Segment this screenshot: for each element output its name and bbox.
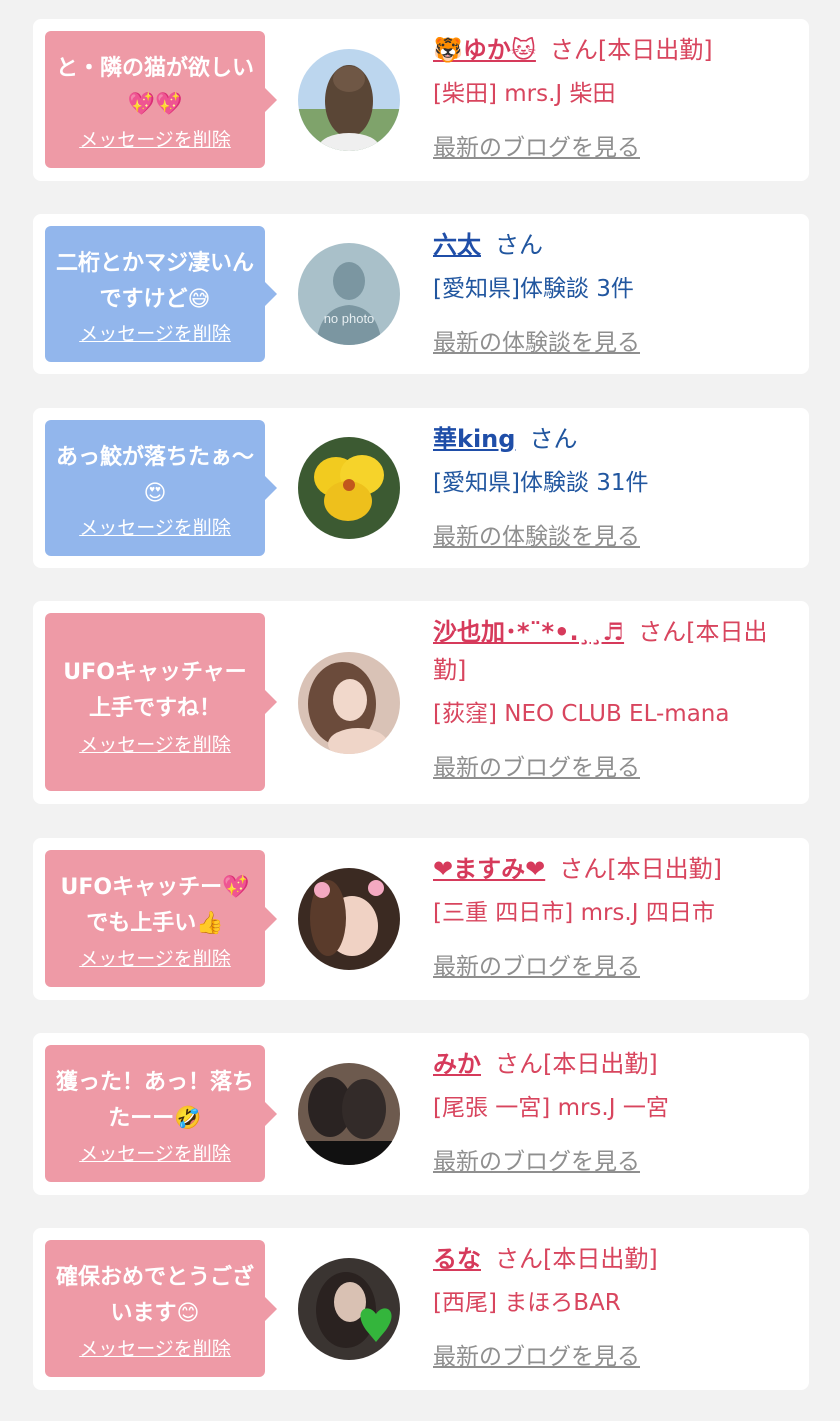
profile-detail: [愛知県]体験談 3件 <box>433 276 634 302</box>
latest-post-link[interactable]: 最新のブログを見る <box>433 947 640 981</box>
profile-info: 華king さん [愛知県]体験談 31件 最新の体験談を見る <box>433 420 793 551</box>
name-suffix: さん <box>495 231 543 259</box>
message-bubble: あっ鮫が落ちたぁ〜😍 メッセージを削除 <box>45 420 277 556</box>
name-suffix: さん[本日出勤] <box>559 855 722 883</box>
delete-message-link[interactable]: メッセージを削除 <box>45 125 265 152</box>
avatar[interactable] <box>298 437 400 539</box>
avatar[interactable] <box>298 49 400 151</box>
profile-detail: [尾張 一宮] mrs.J 一宮 <box>433 1095 669 1121</box>
message-bubble: 確保おめでとうございます😊 メッセージを削除 <box>45 1240 277 1377</box>
message-card: 獲った！あっ！落ちたーー🤣 メッセージを削除 みか さん[本日出勤] [尾張 一宮… <box>33 1033 809 1195</box>
message-text: 二桁とかマジ凄いんですけど😅 <box>55 251 254 312</box>
name-suffix: さん[本日出勤] <box>495 1050 658 1078</box>
latest-post-link[interactable]: 最新のブログを見る <box>433 128 640 162</box>
latest-post-link[interactable]: 最新のブログを見る <box>433 1142 640 1176</box>
profile-info: るな さん[本日出勤] [西尾] まほろBAR 最新のブログを見る <box>433 1240 793 1371</box>
message-card: 確保おめでとうございます😊 メッセージを削除 るな さん[本日出勤] [西尾] ま… <box>33 1228 809 1390</box>
delete-message-link[interactable]: メッセージを削除 <box>45 319 265 346</box>
profile-name-link[interactable]: ❤ますみ❤ <box>433 855 545 883</box>
message-bubble: 二桁とかマジ凄いんですけど😅 メッセージを削除 <box>45 226 277 362</box>
latest-post-link[interactable]: 最新の体験談を見る <box>433 517 640 551</box>
profile-info: みか さん[本日出勤] [尾張 一宮] mrs.J 一宮 最新のブログを見る <box>433 1045 793 1176</box>
avatar[interactable] <box>298 1258 400 1360</box>
profile-name-link[interactable]: みか <box>433 1050 481 1078</box>
name-suffix: さん[本日出勤] <box>495 1245 658 1273</box>
profile-info: ❤ますみ❤ さん[本日出勤] [三重 四日市] mrs.J 四日市 最新のブログを… <box>433 850 793 981</box>
message-card: と・隣の猫が欲しい💖💖 メッセージを削除 🐯ゆか🐱 さん[本日出勤] [柴田] m… <box>33 19 809 181</box>
name-suffix: さん[本日出勤] <box>549 36 713 64</box>
message-card: UFOキャッチャー上手ですね！ メッセージを削除 沙也加･*¨*•.¸¸♬ さん[… <box>33 601 809 804</box>
profile-info: 六太 さん [愛知県]体験談 3件 最新の体験談を見る <box>433 226 793 357</box>
avatar[interactable] <box>298 868 400 970</box>
latest-post-link[interactable]: 最新のブログを見る <box>433 1337 640 1371</box>
message-bubble: 獲った！あっ！落ちたーー🤣 メッセージを削除 <box>45 1045 277 1182</box>
no-photo-text: no photo <box>324 311 375 326</box>
name-suffix: さん <box>529 425 578 453</box>
delete-message-link[interactable]: メッセージを削除 <box>45 1334 265 1361</box>
profile-detail: [愛知県]体験談 31件 <box>433 470 649 496</box>
delete-message-link[interactable]: メッセージを削除 <box>45 513 265 540</box>
profile-detail: [荻窪] NEO CLUB EL-mana <box>433 701 730 727</box>
delete-message-link[interactable]: メッセージを削除 <box>45 944 265 971</box>
message-text: 確保おめでとうございます😊 <box>55 1265 254 1326</box>
message-text: UFOキャッチー💖でも上手い👍 <box>60 875 250 936</box>
delete-message-link[interactable]: メッセージを削除 <box>45 730 265 757</box>
message-text: UFOキャッチャー上手ですね！ <box>63 660 247 721</box>
profile-name-link[interactable]: るな <box>433 1245 481 1273</box>
avatar[interactable] <box>298 1063 400 1165</box>
profile-info: 沙也加･*¨*•.¸¸♬ さん[本日出勤] [荻窪] NEO CLUB EL-ma… <box>433 613 793 782</box>
profile-info: 🐯ゆか🐱 さん[本日出勤] [柴田] mrs.J 柴田 最新のブログを見る <box>433 31 793 162</box>
latest-post-link[interactable]: 最新のブログを見る <box>433 748 640 782</box>
profile-detail: [西尾] まほろBAR <box>433 1290 621 1316</box>
message-text: と・隣の猫が欲しい💖💖 <box>55 56 254 117</box>
profile-name-link[interactable]: 🐯ゆか🐱 <box>433 36 536 64</box>
profile-detail: [三重 四日市] mrs.J 四日市 <box>433 900 715 926</box>
avatar[interactable]: no photo <box>298 243 400 345</box>
message-card: UFOキャッチー💖でも上手い👍 メッセージを削除 ❤ますみ❤ さん[本日出勤] [… <box>33 838 809 1000</box>
message-card: あっ鮫が落ちたぁ〜😍 メッセージを削除 華king さん [愛知県]体験談 31件… <box>33 408 809 568</box>
message-card: 二桁とかマジ凄いんですけど😅 メッセージを削除 no photo 六太 さん [愛… <box>33 214 809 374</box>
message-text: 獲った！あっ！落ちたーー🤣 <box>55 1070 254 1131</box>
profile-name-link[interactable]: 六太 <box>433 231 481 259</box>
delete-message-link[interactable]: メッセージを削除 <box>45 1139 265 1166</box>
avatar[interactable] <box>298 652 400 754</box>
message-list: と・隣の猫が欲しい💖💖 メッセージを削除 🐯ゆか🐱 さん[本日出勤] [柴田] m… <box>0 0 840 1421</box>
message-bubble: UFOキャッチャー上手ですね！ メッセージを削除 <box>45 613 277 791</box>
message-bubble: と・隣の猫が欲しい💖💖 メッセージを削除 <box>45 31 277 168</box>
message-text: あっ鮫が落ちたぁ〜😍 <box>55 445 254 506</box>
message-bubble: UFOキャッチー💖でも上手い👍 メッセージを削除 <box>45 850 277 987</box>
profile-name-link[interactable]: 華king <box>433 425 515 453</box>
latest-post-link[interactable]: 最新の体験談を見る <box>433 323 640 357</box>
profile-detail: [柴田] mrs.J 柴田 <box>433 81 616 107</box>
profile-name-link[interactable]: 沙也加･*¨*•.¸¸♬ <box>433 618 624 646</box>
